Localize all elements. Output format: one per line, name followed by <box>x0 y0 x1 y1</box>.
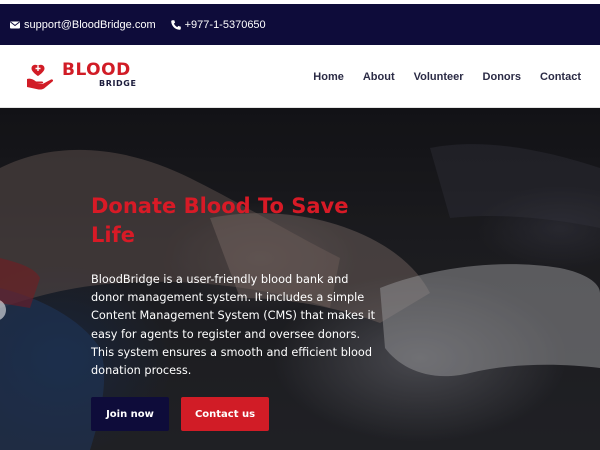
envelope-icon <box>9 19 21 31</box>
hand-heart-icon <box>27 64 54 90</box>
nav-link-home[interactable]: Home <box>313 71 344 83</box>
phone-text: +977-1-5370650 <box>184 18 266 31</box>
phone-icon <box>170 19 182 31</box>
hero-description: BloodBridge is a user-friendly blood ban… <box>91 273 376 378</box>
join-now-button[interactable]: Join now <box>91 397 169 431</box>
contact-us-button[interactable]: Contact us <box>181 397 269 431</box>
nav-link-contact[interactable]: Contact <box>540 71 581 83</box>
email-contact[interactable]: support@BloodBridge.com <box>9 19 156 31</box>
nav-link-volunteer[interactable]: Volunteer <box>414 71 464 83</box>
contact-topbar: support@BloodBridge.com +977-1-5370650 <box>0 4 600 45</box>
nav-menu: Home About Volunteer Donors Contact <box>294 45 581 108</box>
brand-logo[interactable]: BLOOD BRIDGE <box>26 59 146 95</box>
email-text: support@BloodBridge.com <box>24 18 156 31</box>
brand-subname: BRIDGE <box>99 79 137 88</box>
nav-link-about[interactable]: About <box>363 71 395 83</box>
brand-name: BLOOD <box>62 60 131 80</box>
phone-contact[interactable]: +977-1-5370650 <box>170 19 266 31</box>
hero-title: Donate Blood To Save Life <box>91 194 349 247</box>
hero-banner: Donate Blood To Save Life BloodBridge is… <box>0 108 600 450</box>
nav-link-donors[interactable]: Donors <box>483 71 522 83</box>
main-navbar: BLOOD BRIDGE Home About Volunteer Donors… <box>0 45 600 108</box>
